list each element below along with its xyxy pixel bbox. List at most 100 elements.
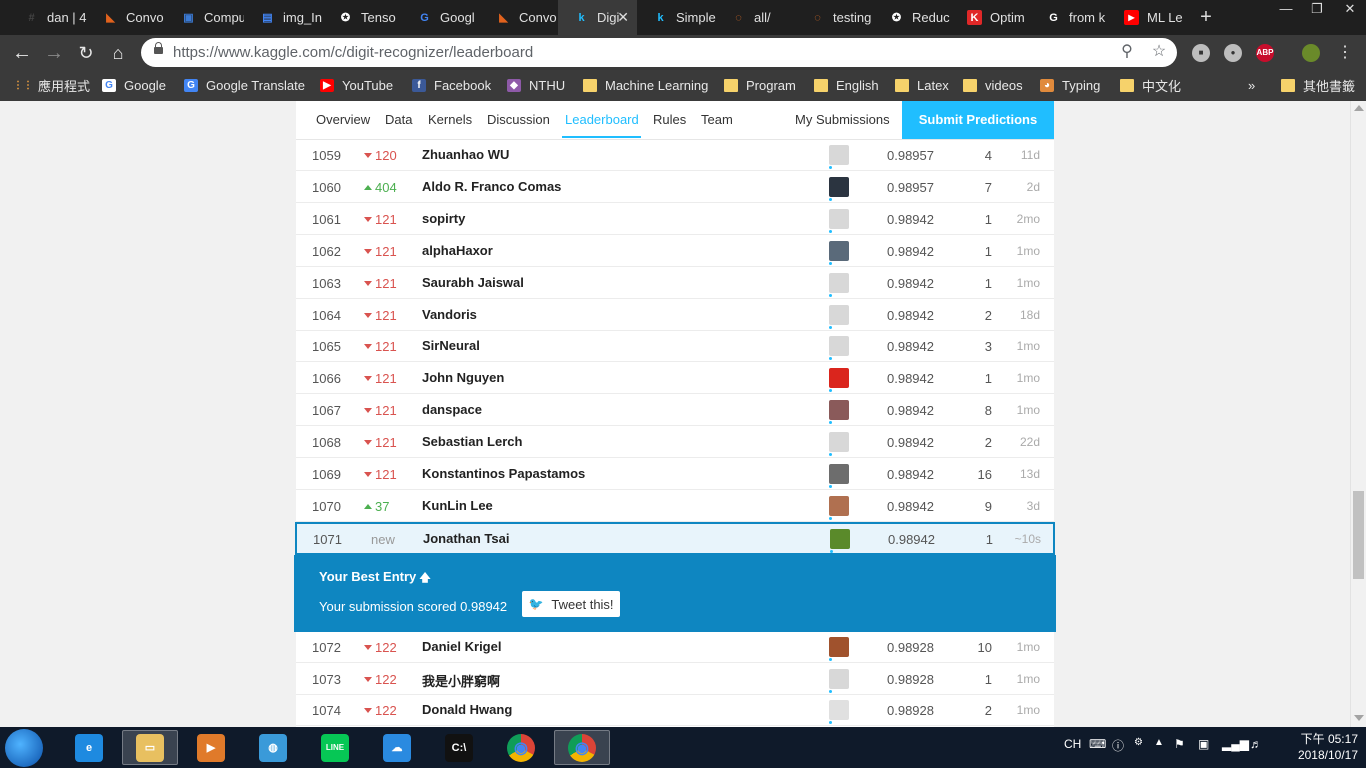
signal-icon[interactable]: ▂▄▆ [1222, 737, 1249, 751]
leaderboard-row[interactable]: 1063 121 Saurabh Jaiswal 0.98942 1 1mo [296, 268, 1054, 299]
show-hidden-icons-icon[interactable]: ▲ [1154, 737, 1164, 748]
ime-indicator[interactable]: CH [1064, 737, 1081, 751]
team-member-avatar[interactable] [829, 368, 849, 389]
extension-icon[interactable]: ■ [1192, 44, 1210, 62]
my-leaderboard-row[interactable]: 1071 new Jonathan Tsai 0.98942 1 ~10s [295, 522, 1055, 555]
forward-arrow-icon[interactable]: → [41, 40, 67, 66]
tab-team[interactable]: Team [701, 112, 733, 127]
bookmark-item[interactable]: videos [963, 76, 1023, 95]
team-name-link[interactable]: KunLin Lee [422, 498, 493, 513]
bookmark-item[interactable]: ▶ YouTube [320, 76, 393, 95]
bookmark-item[interactable]: Program [724, 76, 796, 95]
browser-tab[interactable]: # dan | 4 [8, 0, 87, 35]
scroll-down-arrow-icon[interactable] [1354, 715, 1364, 721]
team-name-link[interactable]: SirNeural [422, 338, 480, 353]
browser-tab[interactable]: k Simple [637, 0, 716, 35]
team-member-avatar[interactable] [829, 272, 849, 293]
team-name-link[interactable]: Donald Hwang [422, 702, 512, 717]
taskbar-app[interactable]: e [61, 730, 117, 765]
bookmark-item[interactable]: Latex [895, 76, 949, 95]
bookmark-item[interactable]: 中文化 [1120, 76, 1181, 95]
team-name-link[interactable]: 我是小胖窮啊 [422, 671, 500, 690]
leaderboard-row[interactable]: 1074 122 Donald Hwang 0.98928 2 1mo [296, 695, 1054, 727]
page-scrollbar[interactable] [1350, 101, 1366, 727]
team-member-avatar[interactable] [830, 529, 850, 549]
bookmark-item[interactable]: English [814, 76, 879, 95]
bookmarks-more-chevron-icon[interactable]: » [1248, 76, 1255, 95]
leaderboard-row[interactable]: 1059 120 Zhuanhao WU 0.98957 4 11d [296, 140, 1054, 171]
leaderboard-row[interactable]: 1066 121 John Nguyen 0.98942 1 1mo [296, 363, 1054, 395]
browser-tab[interactable]: ▤ img_In [244, 0, 323, 35]
leaderboard-row[interactable]: 1070 37 KunLin Lee 0.98942 9 3d [296, 491, 1054, 522]
browser-tab[interactable]: Gfrom k [1030, 0, 1109, 35]
close-window-icon[interactable]: ✕ [1334, 0, 1366, 20]
team-member-avatar[interactable] [829, 304, 849, 325]
other-bookmarks[interactable]: 其他書籤 [1281, 76, 1355, 95]
team-member-avatar[interactable] [829, 336, 849, 357]
bookmark-item[interactable]: f Facebook [412, 76, 491, 95]
address-bar[interactable]: https://www.kaggle.com/c/digit-recognize… [141, 38, 1177, 67]
team-name-link[interactable]: Sebastian Lerch [422, 434, 522, 449]
tab-kernels[interactable]: Kernels [428, 112, 472, 127]
tab-leaderboard[interactable]: Leaderboard [565, 112, 639, 127]
adblock-plus-icon[interactable]: ABP [1256, 44, 1274, 62]
volume-icon[interactable]: ♬ [1250, 737, 1262, 751]
team-name-link[interactable]: Vandoris [422, 307, 477, 322]
tab-rules[interactable]: Rules [653, 112, 686, 127]
address-url[interactable]: https://www.kaggle.com/c/digit-recognize… [173, 44, 533, 61]
team-member-avatar[interactable] [829, 208, 849, 229]
my-submissions-link[interactable]: My Submissions [795, 112, 890, 127]
keyboard-icon[interactable]: ⌨ [1089, 737, 1106, 751]
tweet-button[interactable]: 🐦 Tweet this! [522, 591, 620, 617]
home-icon[interactable]: ⌂ [105, 40, 131, 66]
team-name-link[interactable]: sopirty [422, 211, 465, 226]
browser-tab[interactable]: ✪ Tenso [322, 0, 401, 35]
team-name-link[interactable]: Daniel Krigel [422, 639, 501, 654]
bookmark-item[interactable]: ⋮⋮ 應用程式 [13, 76, 90, 95]
leaderboard-row[interactable]: 1072 122 Daniel Krigel 0.98928 10 1mo [296, 632, 1054, 663]
team-member-avatar[interactable] [829, 145, 849, 165]
start-button[interactable] [5, 729, 43, 767]
browser-tab[interactable]: K Optim [951, 0, 1030, 35]
team-name-link[interactable]: Zhuanhao WU [422, 147, 509, 162]
team-member-avatar[interactable] [829, 240, 849, 261]
browser-tab[interactable]: ◌ all/ [715, 0, 794, 35]
leaderboard-row[interactable]: 1068 121 Sebastian Lerch 0.98942 2 22d [296, 427, 1054, 459]
bookmark-item[interactable]: G Google [102, 76, 166, 95]
leaderboard-row[interactable]: 1064 121 Vandoris 0.98942 2 18d [296, 300, 1054, 331]
bookmark-item[interactable]: G Google Translate [184, 76, 305, 95]
taskbar-app[interactable]: ◍ [245, 730, 301, 765]
browser-tab[interactable]: ▣ Compu [165, 0, 244, 35]
browser-tab[interactable]: k Digi ✕ [558, 0, 637, 35]
tab-data[interactable]: Data [385, 112, 412, 127]
leaderboard-row[interactable]: 1061 121 sopirty 0.98942 1 2mo [296, 204, 1054, 235]
browser-tab[interactable]: ✪ Reduc [873, 0, 952, 35]
taskbar-app[interactable]: ▶ [183, 730, 239, 765]
system-clock[interactable]: 下午 05:17 2018/10/17 [1268, 731, 1358, 763]
chat-extension-icon[interactable]: ● [1224, 44, 1242, 62]
taskbar-app[interactable]: ◉ [554, 730, 610, 765]
tab-close-icon[interactable]: ✕ [617, 9, 629, 26]
browser-tab[interactable]: ◣ Convo [87, 0, 166, 35]
help-icon[interactable]: ⓘ [1112, 737, 1124, 754]
new-tab-plus-icon[interactable]: + [1196, 5, 1216, 29]
profile-avatar[interactable] [1302, 44, 1320, 62]
team-name-link[interactable]: John Nguyen [422, 370, 504, 385]
taskbar-app[interactable]: C:\ [431, 730, 487, 765]
restore-window-icon[interactable]: ❐ [1301, 0, 1333, 20]
zoom-icon[interactable]: ⚲ [1117, 42, 1137, 62]
network-icon[interactable]: ▣ [1198, 737, 1209, 751]
chrome-menu-icon[interactable]: ⋮ [1332, 40, 1358, 66]
minimize-window-icon[interactable]: — [1270, 0, 1302, 20]
browser-tab[interactable]: ◣ Convo [480, 0, 559, 35]
back-arrow-icon[interactable]: ← [9, 40, 35, 66]
browser-tab[interactable]: ▶ ML Le [1108, 0, 1187, 35]
tab-overview[interactable]: Overview [316, 112, 370, 127]
leaderboard-row[interactable]: 1060 404 Aldo R. Franco Comas 0.98957 7 2d [296, 172, 1054, 203]
settings-icon[interactable]: ⚙ [1134, 737, 1143, 748]
team-member-avatar[interactable] [829, 176, 849, 197]
reload-icon[interactable]: ↻ [73, 40, 99, 66]
taskbar-app[interactable]: ☁ [369, 730, 425, 765]
flag-icon[interactable]: ⚑ [1174, 737, 1185, 751]
team-member-avatar[interactable] [829, 495, 849, 516]
